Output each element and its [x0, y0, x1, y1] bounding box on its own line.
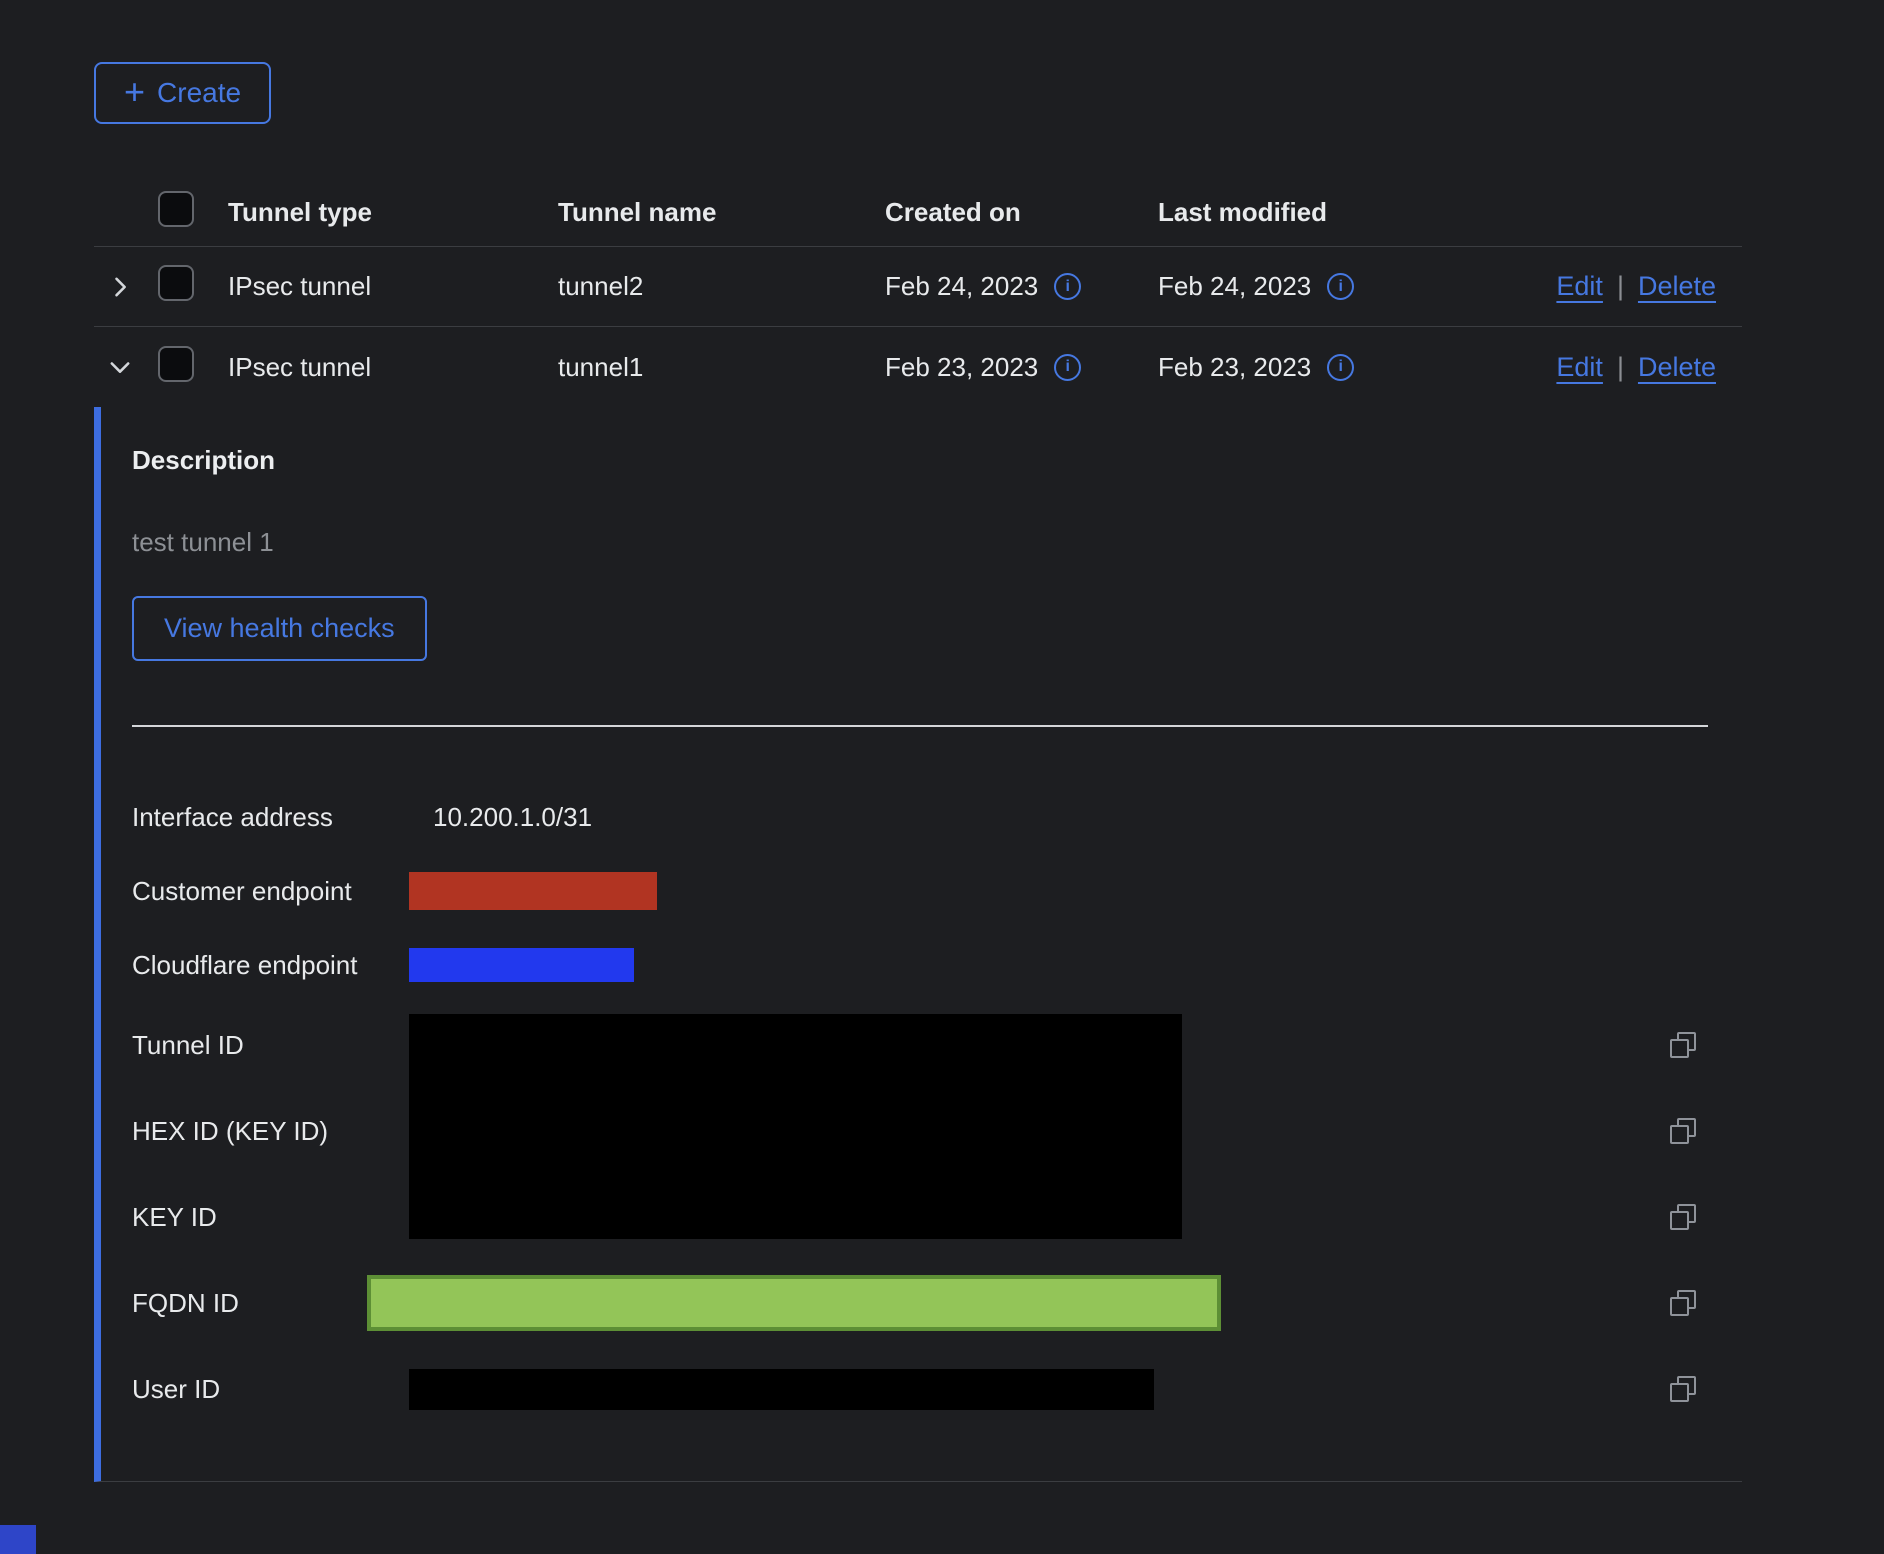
redacted-customer-endpoint	[409, 872, 657, 910]
create-button[interactable]: + Create	[94, 62, 271, 124]
info-icon[interactable]: i	[1054, 354, 1081, 381]
created-on-cell: Feb 24, 2023	[885, 271, 1038, 302]
action-separator: |	[1617, 352, 1624, 383]
tunnel-id-group: Tunnel ID HEX ID (KEY ID) KEY ID	[132, 1002, 1742, 1260]
field-label: HEX ID (KEY ID)	[132, 1116, 409, 1147]
tunnels-page: + Create Tunnel type Tunnel name Created…	[0, 0, 1884, 1482]
row-checkbox[interactable]	[158, 346, 194, 382]
field-label: Interface address	[132, 802, 409, 833]
delete-link[interactable]: Delete	[1638, 352, 1716, 383]
tunnels-table: Tunnel type Tunnel name Created on Last …	[94, 179, 1742, 1482]
col-header-created-on: Created on	[885, 197, 1158, 228]
field-fqdn-id: FQDN ID	[132, 1260, 1742, 1346]
row-checkbox[interactable]	[158, 265, 194, 301]
field-label: Customer endpoint	[132, 876, 409, 907]
col-header-tunnel-type: Tunnel type	[228, 197, 558, 228]
tunnel-name-cell: tunnel2	[558, 271, 885, 302]
view-health-checks-button[interactable]: View health checks	[132, 596, 427, 661]
field-customer-endpoint: Customer endpoint	[132, 854, 1742, 928]
select-all-checkbox[interactable]	[158, 191, 194, 227]
last-modified-cell: Feb 23, 2023	[1158, 352, 1311, 383]
description-label: Description	[132, 445, 1742, 476]
redacted-fqdn-id	[367, 1275, 1221, 1331]
redacted-cloudflare-endpoint	[409, 948, 634, 982]
copy-icon[interactable]	[1670, 1032, 1696, 1058]
field-interface-address: Interface address 10.200.1.0/31	[132, 780, 1742, 854]
info-icon[interactable]: i	[1054, 273, 1081, 300]
col-header-last-modified: Last modified	[1158, 197, 1540, 228]
redacted-user-id	[409, 1369, 1154, 1410]
plus-icon: +	[124, 74, 145, 110]
tunnel-type-cell: IPsec tunnel	[228, 352, 558, 383]
table-row-tunnel2: IPsec tunnel tunnel2 Feb 24, 2023 i Feb …	[94, 247, 1742, 327]
created-on-cell: Feb 23, 2023	[885, 352, 1038, 383]
tunnel-type-cell: IPsec tunnel	[228, 271, 558, 302]
tunnel-fields: Interface address 10.200.1.0/31 Customer…	[132, 780, 1742, 1432]
info-icon[interactable]: i	[1327, 273, 1354, 300]
redacted-tunnel-ids	[409, 1014, 1182, 1239]
chevron-down-icon[interactable]	[106, 353, 134, 381]
edit-link[interactable]: Edit	[1556, 352, 1603, 383]
last-modified-cell: Feb 24, 2023	[1158, 271, 1311, 302]
table-header-row: Tunnel type Tunnel name Created on Last …	[94, 179, 1742, 247]
tunnel-name-cell: tunnel1	[558, 352, 885, 383]
copy-icon[interactable]	[1670, 1290, 1696, 1316]
chevron-right-icon[interactable]	[106, 273, 134, 301]
action-separator: |	[1617, 271, 1624, 302]
section-divider	[132, 725, 1708, 727]
field-label: User ID	[132, 1374, 409, 1405]
copy-icon[interactable]	[1670, 1118, 1696, 1144]
col-header-tunnel-name: Tunnel name	[558, 197, 885, 228]
delete-link[interactable]: Delete	[1638, 271, 1716, 302]
bottom-left-blue-fragment	[0, 1525, 36, 1554]
field-user-id: User ID	[132, 1346, 1742, 1432]
edit-link[interactable]: Edit	[1556, 271, 1603, 302]
info-icon[interactable]: i	[1327, 354, 1354, 381]
field-value: 10.200.1.0/31	[409, 802, 592, 833]
description-value: test tunnel 1	[132, 527, 1742, 558]
field-label: Cloudflare endpoint	[132, 950, 409, 981]
create-button-label: Create	[157, 77, 241, 109]
table-row-tunnel1: IPsec tunnel tunnel1 Feb 23, 2023 i Feb …	[94, 327, 1742, 407]
field-label: Tunnel ID	[132, 1030, 409, 1061]
field-label: KEY ID	[132, 1202, 409, 1233]
field-cloudflare-endpoint: Cloudflare endpoint	[132, 928, 1742, 1002]
copy-icon[interactable]	[1670, 1204, 1696, 1230]
copy-icon[interactable]	[1670, 1376, 1696, 1402]
tunnel-details-panel: Description test tunnel 1 View health ch…	[94, 407, 1742, 1482]
